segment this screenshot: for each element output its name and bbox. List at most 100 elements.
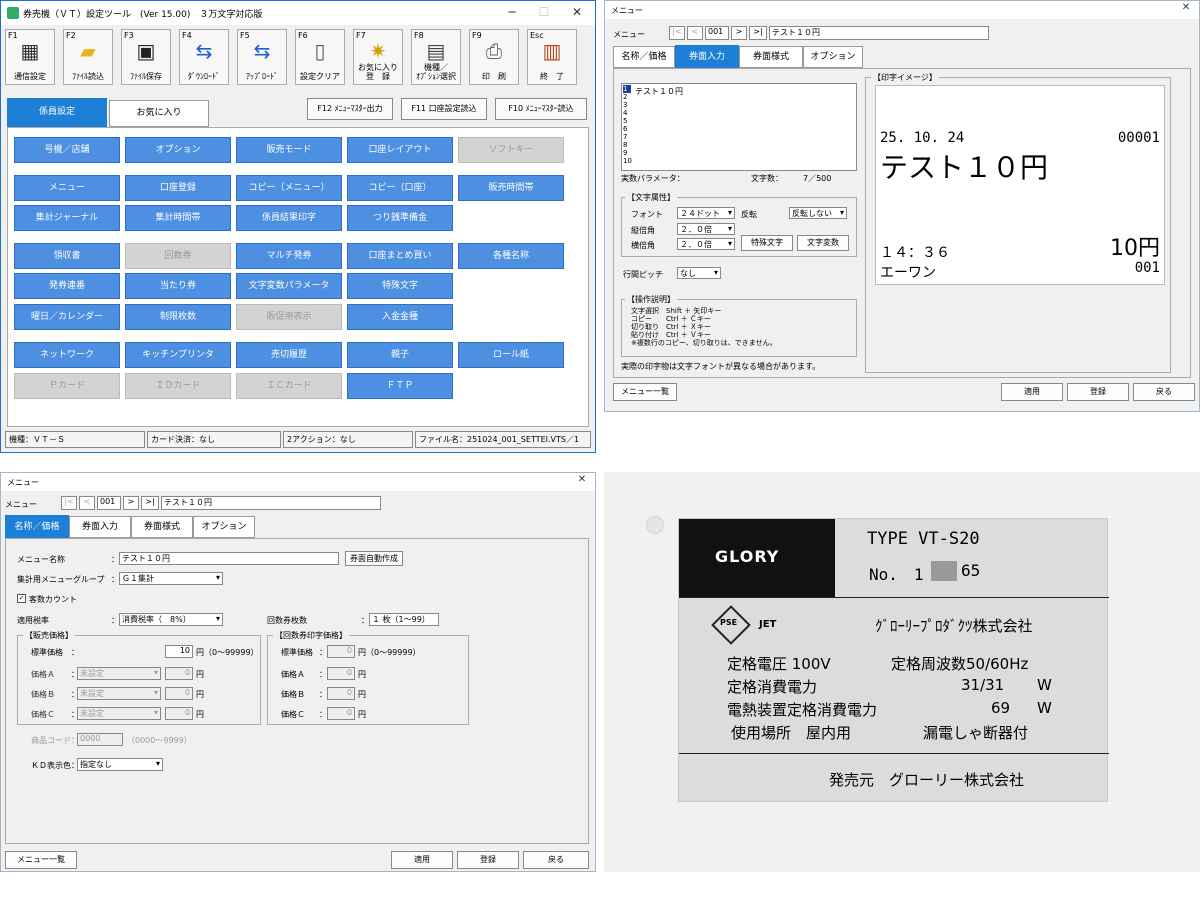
coupon-row-input[interactable]: 0: [327, 707, 355, 720]
price-row-input[interactable]: 0: [165, 687, 193, 700]
price-row-select[interactable]: 未設定: [77, 687, 161, 700]
menu-button[interactable]: 入金金種: [347, 304, 453, 330]
close-icon[interactable]: ✕: [1175, 2, 1197, 13]
menu-button[interactable]: 売切履歴: [236, 342, 342, 368]
nav-number[interactable]: 001: [97, 496, 121, 510]
menu-button[interactable]: マルチ発券: [236, 243, 342, 269]
horizontal-select[interactable]: ２．０倍: [677, 238, 735, 250]
menu-button[interactable]: キッチンプリンタ: [125, 342, 231, 368]
first-icon[interactable]: |<: [669, 26, 685, 40]
menu-button[interactable]: 文字変数パラメータ: [236, 273, 342, 299]
toolbar-document-button[interactable]: F6 ▯ 設定クリア: [295, 29, 345, 85]
menu-button[interactable]: 各種名称: [458, 243, 564, 269]
tab-name-price[interactable]: 名称／価格: [5, 515, 69, 539]
register-button[interactable]: 登録: [1067, 383, 1129, 401]
price-row-input[interactable]: 0: [165, 667, 193, 680]
menu-button[interactable]: 係員結果印字: [236, 205, 342, 231]
toolbar-star-folder-button[interactable]: F7 ✷ お気に入り 登 録: [353, 29, 403, 85]
register-button[interactable]: 登録: [457, 851, 519, 869]
toolbar-download-button[interactable]: F4 ⇆ ﾀﾞｳﾝﾛｰﾄﾞ: [179, 29, 229, 85]
menu-button[interactable]: 集計時間帯: [125, 205, 231, 231]
menu-button[interactable]: 号機／店舗: [14, 137, 120, 163]
invert-select[interactable]: 反転しない: [789, 207, 847, 219]
menu-button[interactable]: ネットワーク: [14, 342, 120, 368]
char-var-button[interactable]: 文字変数: [797, 235, 849, 251]
menu-button[interactable]: Ｐカード: [14, 373, 120, 399]
tab-ticket-input[interactable]: 券面入力: [69, 516, 131, 538]
menu-list-button[interactable]: メニュー一覧: [613, 383, 677, 401]
coupon-row-input[interactable]: 0: [327, 667, 355, 680]
menu-button[interactable]: コピー（口座）: [347, 175, 453, 201]
menu-button[interactable]: 親子: [347, 342, 453, 368]
ticket-text-editor[interactable]: 1 2 3 4 5 6 7 8 9 10 テスト１０円: [621, 83, 857, 171]
toolbar-machine-button[interactable]: F8 ▤ 機種／ ｵﾌﾟｼｮﾝ選択: [411, 29, 461, 85]
back-button[interactable]: 戻る: [523, 851, 589, 869]
menu-button[interactable]: 曜日／カレンダー: [14, 304, 120, 330]
menu-button[interactable]: 集計ジャーナル: [14, 205, 120, 231]
toolbar-floppy-button[interactable]: F3 ▣ ﾌｧｲﾙ保存: [121, 29, 171, 85]
tab-ticket-input[interactable]: 券面入力: [675, 45, 739, 69]
menu-button[interactable]: ロール紙: [458, 342, 564, 368]
menu-button[interactable]: 口座レイアウト: [347, 137, 453, 163]
kd-color-select[interactable]: 指定なし: [77, 758, 163, 771]
tab-staff-settings[interactable]: 係員設定: [7, 98, 107, 127]
apply-button[interactable]: 適用: [391, 851, 453, 869]
tab-name-price[interactable]: 名称／価格: [613, 46, 675, 68]
menu-button[interactable]: つり銭準備金: [347, 205, 453, 231]
menu-button[interactable]: 販促用表示: [236, 304, 342, 330]
vertical-select[interactable]: ２．０倍: [677, 223, 735, 235]
group-select[interactable]: Ｇ１集計: [119, 572, 223, 585]
menu-button[interactable]: 回数券: [125, 243, 231, 269]
coupon-row-input[interactable]: 0: [327, 687, 355, 700]
minimize-icon[interactable]: ─: [501, 5, 523, 19]
menu-button[interactable]: コピー（メニュー）: [236, 175, 342, 201]
toolbar-upload-button[interactable]: F5 ⇆ ｱｯﾌﾟﾛｰﾄﾞ: [237, 29, 287, 85]
last-icon[interactable]: >|: [141, 496, 159, 510]
toolbar-printer-button[interactable]: F9 ⎙ 印 刷: [469, 29, 519, 85]
price-row-select[interactable]: 未設定: [77, 707, 161, 720]
menu-button[interactable]: 発券連番: [14, 273, 120, 299]
tab-option[interactable]: オプション: [803, 46, 863, 68]
product-code-input[interactable]: 0000: [77, 733, 123, 746]
menu-name-input[interactable]: テスト１０円: [119, 552, 339, 565]
f10-load-button[interactable]: F10 ﾒﾆｭｰﾏｽﾀｰ読込: [495, 98, 587, 120]
menu-button[interactable]: 制限枚数: [125, 304, 231, 330]
next-icon[interactable]: >: [123, 496, 139, 510]
menu-list-button[interactable]: メニュー一覧: [5, 851, 77, 869]
menu-button[interactable]: 販売時間帯: [458, 175, 564, 201]
tab-option[interactable]: オプション: [193, 516, 255, 538]
maximize-icon[interactable]: ☐: [533, 5, 555, 19]
apply-button[interactable]: 適用: [1001, 383, 1063, 401]
guest-count-checkbox[interactable]: ✓: [17, 594, 26, 603]
menu-button[interactable]: 販売モード: [236, 137, 342, 163]
back-button[interactable]: 戻る: [1133, 383, 1195, 401]
price-row-input[interactable]: 0: [165, 707, 193, 720]
prev-icon[interactable]: <: [687, 26, 703, 40]
menu-button[interactable]: ソフトキー: [458, 137, 564, 163]
close-icon[interactable]: ✕: [566, 5, 588, 19]
menu-button[interactable]: オプション: [125, 137, 231, 163]
menu-button[interactable]: ＦＴＰ: [347, 373, 453, 399]
menu-button[interactable]: 特殊文字: [347, 273, 453, 299]
tab-ticket-style[interactable]: 券面様式: [739, 46, 803, 68]
menu-button[interactable]: ＩＣカード: [236, 373, 342, 399]
next-icon[interactable]: >: [731, 26, 747, 40]
menu-button[interactable]: 口座まとめ買い: [347, 243, 453, 269]
last-icon[interactable]: >|: [749, 26, 767, 40]
menu-button[interactable]: 口座登録: [125, 175, 231, 201]
toolbar-network-button[interactable]: F1 ▦ 通信設定: [5, 29, 55, 85]
prev-icon[interactable]: <: [79, 496, 95, 510]
pitch-select[interactable]: なし: [677, 267, 721, 279]
tab-ticket-style[interactable]: 券面様式: [131, 516, 193, 538]
nav-number[interactable]: 001: [705, 26, 729, 40]
first-icon[interactable]: |<: [61, 496, 77, 510]
toolbar-exit-button[interactable]: Esc ▥ 終 了: [527, 29, 577, 85]
std-price-input[interactable]: 10: [165, 645, 193, 658]
menu-button[interactable]: ＩＤカード: [125, 373, 231, 399]
font-select[interactable]: ２４ドット: [677, 207, 735, 219]
menu-button[interactable]: 当たり券: [125, 273, 231, 299]
coupon-count-input[interactable]: １ 枚（1～99）: [369, 613, 439, 626]
close-icon[interactable]: ✕: [571, 474, 593, 485]
f11-load-button[interactable]: F11 口座設定読込: [401, 98, 487, 120]
tab-favorites[interactable]: お気に入り: [109, 100, 209, 127]
